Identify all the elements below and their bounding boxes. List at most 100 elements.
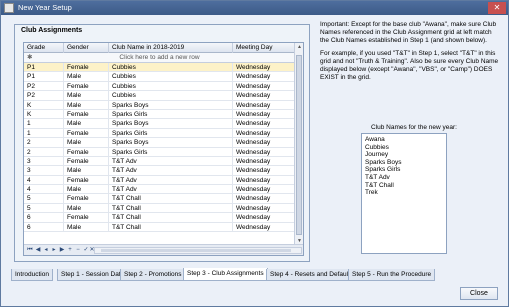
table-row[interactable]: P2 Female Cubbies Wednesday <box>24 81 295 92</box>
column-header-club-name[interactable]: Club Name in 2018-2019 <box>109 43 233 53</box>
table-row[interactable]: K Male Sparks Boys Wednesday <box>24 100 295 110</box>
cell-grade[interactable]: 1 <box>24 128 64 138</box>
first-record-icon[interactable]: ⏮ <box>26 246 34 254</box>
cell-grade[interactable]: 1 <box>24 119 64 129</box>
cell-club-name[interactable]: Sparks Girls <box>109 109 233 119</box>
list-item[interactable]: T&T Chall <box>365 182 443 190</box>
cell-gender[interactable]: Female <box>64 213 109 223</box>
cell-meeting-day[interactable]: Wednesday <box>233 166 295 176</box>
list-item[interactable]: T&T Adv <box>365 174 443 182</box>
table-row[interactable]: 3 Female T&T Adv Wednesday <box>24 156 295 167</box>
close-button[interactable]: Close <box>460 287 498 300</box>
cell-gender[interactable]: Female <box>64 81 109 91</box>
cell-gender[interactable]: Female <box>64 147 109 157</box>
cell-gender[interactable]: Male <box>64 138 109 148</box>
cell-gender[interactable]: Male <box>64 203 109 213</box>
cell-meeting-day[interactable]: Wednesday <box>233 81 295 91</box>
table-row[interactable]: 6 Male T&T Chall Wednesday <box>24 222 295 233</box>
table-row[interactable]: 5 Female T&T Chall Wednesday <box>24 194 295 204</box>
cell-club-name[interactable]: Cubbies <box>109 63 233 72</box>
cell-club-name[interactable]: T&T Adv <box>109 166 233 176</box>
tab-step[interactable]: Step 4 - Resets and Defaults <box>266 269 358 281</box>
column-header-grade[interactable]: Grade <box>24 43 64 53</box>
cell-gender[interactable]: Female <box>64 128 109 138</box>
table-row[interactable]: 4 Male T&T Adv Wednesday <box>24 185 295 195</box>
cell-gender[interactable]: Male <box>64 91 109 101</box>
scroll-up-icon[interactable]: ▲ <box>295 43 303 51</box>
cell-gender[interactable]: Male <box>64 166 109 176</box>
horizontal-scrollbar[interactable] <box>94 247 302 254</box>
tab-step[interactable]: Introduction <box>11 269 53 281</box>
prev-page-icon[interactable]: ◀ <box>34 246 42 254</box>
cell-club-name[interactable]: Cubbies <box>109 72 233 82</box>
table-row[interactable]: P1 Female Cubbies Wednesday <box>24 63 295 73</box>
cell-grade[interactable]: 4 <box>24 175 64 185</box>
next-page-icon[interactable]: ▶ <box>58 246 66 254</box>
table-row[interactable]: P1 Male Cubbies Wednesday <box>24 72 295 82</box>
cell-gender[interactable]: Male <box>64 100 109 110</box>
tab-step[interactable]: Step 2 - Promotions <box>120 269 186 281</box>
cell-grade[interactable]: 2 <box>24 138 64 148</box>
table-row[interactable]: 4 Female T&T Adv Wednesday <box>24 175 295 186</box>
cell-gender[interactable]: Male <box>64 222 109 232</box>
cell-meeting-day[interactable]: Wednesday <box>233 63 295 72</box>
cell-meeting-day[interactable]: Wednesday <box>233 91 295 101</box>
cell-club-name[interactable]: Cubbies <box>109 91 233 101</box>
scroll-thumb[interactable] <box>296 55 302 235</box>
cell-club-name[interactable]: Sparks Boys <box>109 119 233 129</box>
cell-club-name[interactable]: T&T Chall <box>109 222 233 232</box>
cell-grade[interactable]: 2 <box>24 147 64 157</box>
cell-meeting-day[interactable]: Wednesday <box>233 72 295 82</box>
cell-gender[interactable]: Female <box>64 194 109 204</box>
window-close-icon[interactable]: ✕ <box>488 2 506 14</box>
cell-meeting-day[interactable]: Wednesday <box>233 119 295 129</box>
list-item[interactable]: Cubbies <box>365 144 443 152</box>
prev-record-icon[interactable]: ◂ <box>42 246 50 254</box>
column-header-meeting-day[interactable]: Meeting Day <box>233 43 295 53</box>
table-row[interactable]: 1 Male Sparks Boys Wednesday <box>24 119 295 129</box>
cell-grade[interactable]: P1 <box>24 72 64 82</box>
club-names-listbox[interactable]: Awana Cubbies Journey Sparks Boys Sparks Gir… <box>361 133 447 254</box>
table-row[interactable]: 2 Female Sparks Girls Wednesday <box>24 147 295 157</box>
cell-gender[interactable]: Male <box>64 185 109 195</box>
cell-club-name[interactable]: Sparks Girls <box>109 128 233 138</box>
cell-gender[interactable]: Female <box>64 156 109 166</box>
cell-grade[interactable]: P2 <box>24 81 64 91</box>
cell-meeting-day[interactable]: Wednesday <box>233 175 295 185</box>
cell-gender[interactable]: Female <box>64 109 109 119</box>
cell-club-name[interactable]: Cubbies <box>109 81 233 91</box>
table-row[interactable]: 2 Male Sparks Boys Wednesday <box>24 138 295 148</box>
list-item[interactable]: Trek <box>365 189 443 197</box>
table-row[interactable]: 3 Male T&T Adv Wednesday <box>24 166 295 176</box>
table-row[interactable]: 5 Male T&T Chall Wednesday <box>24 203 295 214</box>
list-item[interactable]: Sparks Boys <box>365 159 443 167</box>
cell-meeting-day[interactable]: Wednesday <box>233 109 295 119</box>
list-item[interactable]: Sparks Girls <box>365 166 443 174</box>
cell-club-name[interactable]: T&T Adv <box>109 175 233 185</box>
list-item[interactable]: Awana <box>365 136 443 144</box>
cell-club-name[interactable]: T&T Chall <box>109 194 233 204</box>
table-row[interactable]: 6 Female T&T Chall Wednesday <box>24 213 295 223</box>
cell-club-name[interactable]: Sparks Boys <box>109 100 233 110</box>
cell-club-name[interactable]: T&T Adv <box>109 185 233 195</box>
cell-meeting-day[interactable]: Wednesday <box>233 213 295 223</box>
cell-gender[interactable]: Male <box>64 72 109 82</box>
add-new-row[interactable]: ✱ Click here to add a new row <box>24 53 295 63</box>
cell-grade[interactable]: 6 <box>24 222 64 232</box>
list-item[interactable]: Journey <box>365 151 443 159</box>
cell-club-name[interactable]: T&T Chall <box>109 213 233 223</box>
cell-grade[interactable]: 3 <box>24 156 64 166</box>
cell-gender[interactable]: Female <box>64 175 109 185</box>
cell-grade[interactable]: K <box>24 100 64 110</box>
delete-record-icon[interactable]: − <box>74 246 82 254</box>
cell-grade[interactable]: P2 <box>24 91 64 101</box>
cell-gender[interactable]: Male <box>64 119 109 129</box>
cell-grade[interactable]: 6 <box>24 213 64 223</box>
cell-grade[interactable]: P1 <box>24 63 64 72</box>
cell-grade[interactable]: 3 <box>24 166 64 176</box>
cell-meeting-day[interactable]: Wednesday <box>233 203 295 213</box>
vertical-scrollbar[interactable]: ▲ ▼ <box>294 43 303 245</box>
column-header-gender[interactable]: Gender <box>64 43 109 53</box>
cell-meeting-day[interactable]: Wednesday <box>233 138 295 148</box>
table-row[interactable]: P2 Male Cubbies Wednesday <box>24 91 295 101</box>
